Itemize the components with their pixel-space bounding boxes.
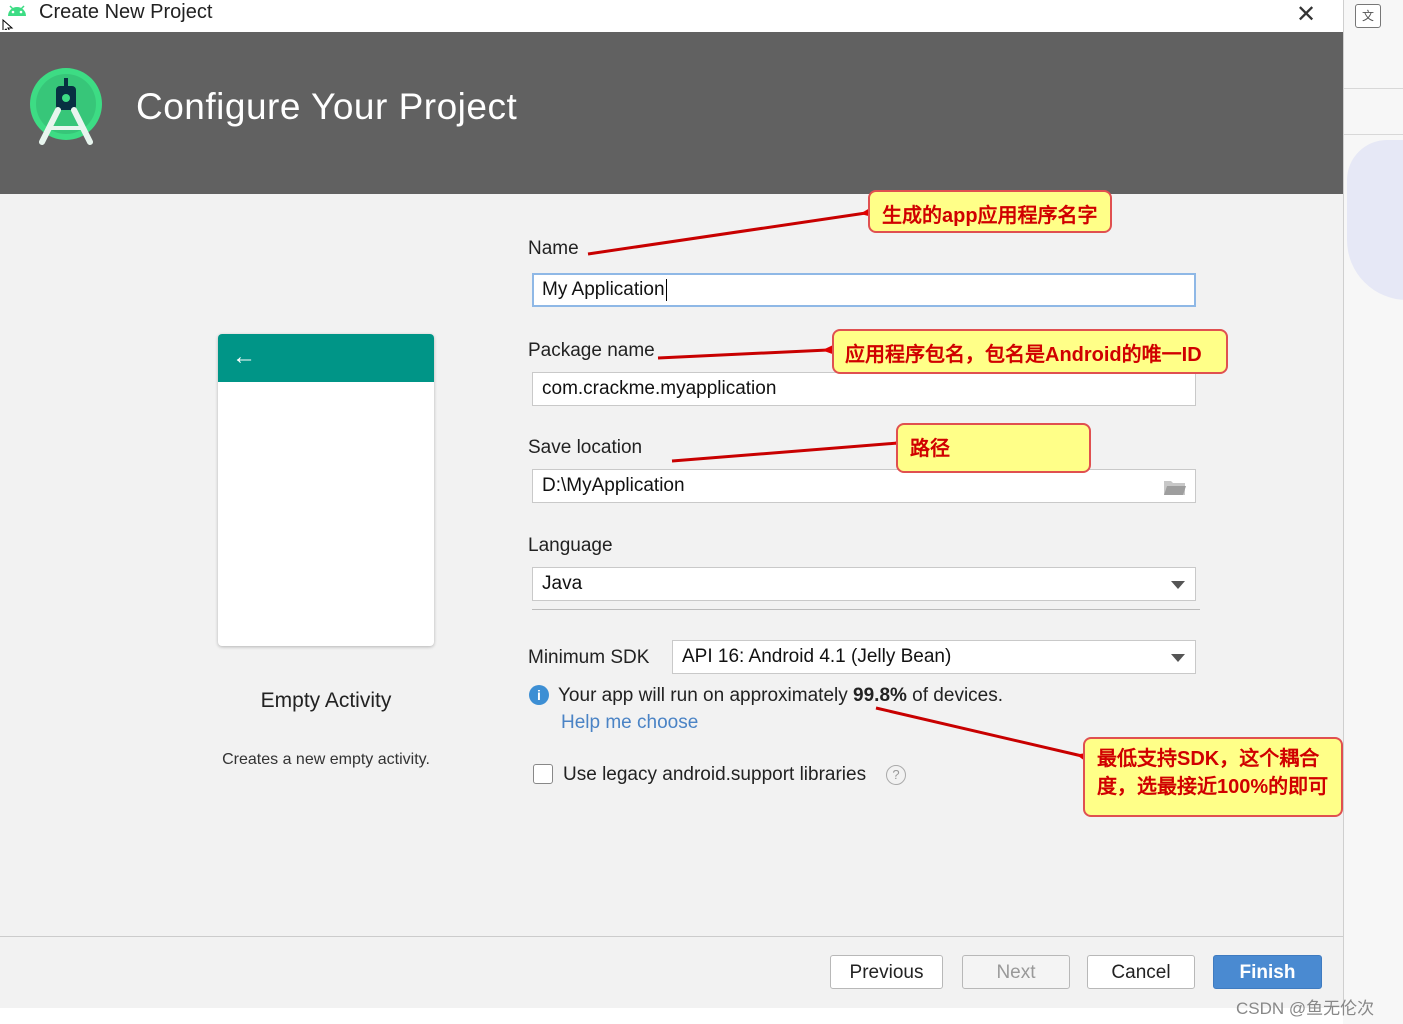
arrow-to-name	[587, 193, 898, 256]
annotation-path-note: 路径	[896, 423, 1091, 473]
arrow-to-coverage	[875, 706, 1115, 778]
arrow-to-package	[657, 333, 859, 364]
annotation-package-note: 应用程序包名，包名是Android的唯一ID	[832, 329, 1228, 374]
annotation-sdk-line2: 度，选最接近100%的即可	[1097, 776, 1329, 798]
annotation-sdk-note: 最低支持SDK，这个耦合 度，选最接近100%的即可	[1083, 737, 1343, 817]
annotation-sdk-line1: 最低支持SDK，这个耦合	[1097, 748, 1320, 770]
annotation-arrows	[587, 193, 1115, 778]
annotation-name-note: 生成的app应用程序名字	[868, 190, 1112, 233]
watermark: CSDN @鱼无伦次	[1236, 999, 1375, 1018]
arrow-to-save-location	[671, 425, 930, 463]
